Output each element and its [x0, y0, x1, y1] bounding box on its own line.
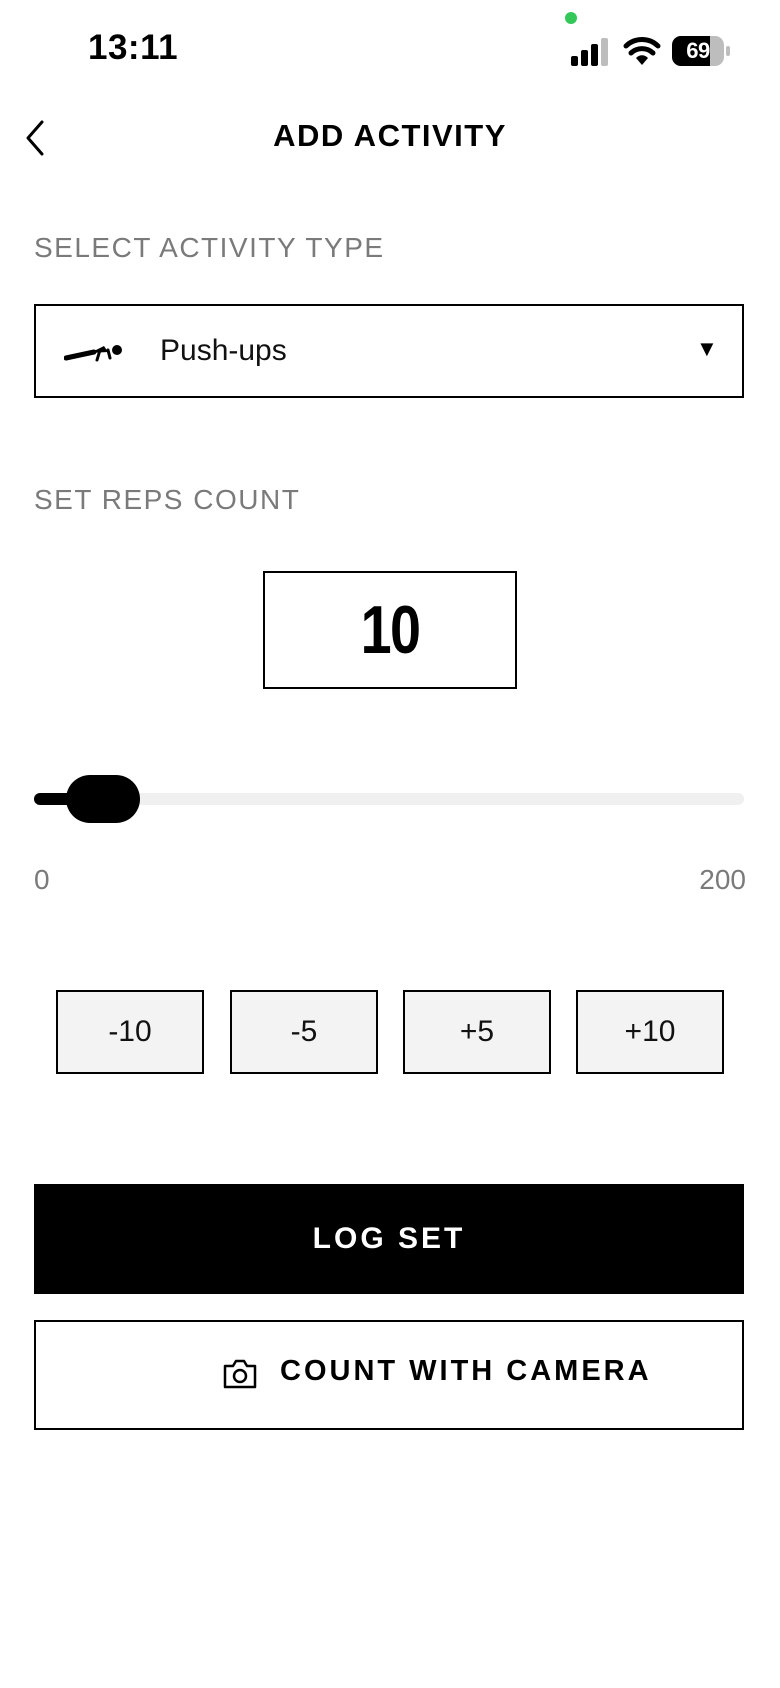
reps-slider-track[interactable]	[34, 793, 744, 805]
cellular-signal-icon	[571, 38, 608, 66]
status-time: 13:11	[88, 28, 179, 67]
log-set-button[interactable]: LOG SET	[34, 1184, 744, 1294]
push-up-icon	[64, 345, 122, 362]
slider-min-label: 0	[34, 864, 50, 895]
selected-activity: Push-ups	[160, 334, 287, 367]
privacy-indicator-dot	[565, 12, 577, 24]
battery-level: 69	[686, 38, 710, 63]
activity-type-label: SELECT ACTIVITY TYPE	[34, 232, 385, 263]
dropdown-caret-icon: ▼	[696, 336, 718, 361]
wifi-icon	[623, 37, 661, 65]
reps-slider-thumb[interactable]	[66, 775, 140, 823]
decrement-5-button[interactable]: -5	[230, 990, 378, 1074]
count-with-camera-button[interactable]: COUNT WITH CAMERA	[34, 1320, 744, 1430]
count-with-camera-label: COUNT WITH CAMERA	[280, 1355, 652, 1387]
decrement-10-button[interactable]: -10	[56, 990, 204, 1074]
camera-icon	[223, 1359, 257, 1389]
reps-count-label: SET REPS COUNT	[34, 484, 301, 515]
activity-type-select[interactable]: Push-ups ▼	[34, 304, 744, 398]
increment-5-button[interactable]: +5	[403, 990, 551, 1074]
increment-10-button[interactable]: +10	[576, 990, 724, 1074]
page-title: ADD ACTIVITY	[273, 118, 507, 153]
slider-max-label: 200	[699, 864, 746, 895]
reps-count-value: 10	[360, 592, 421, 668]
reps-count-display[interactable]: 10	[263, 571, 517, 689]
